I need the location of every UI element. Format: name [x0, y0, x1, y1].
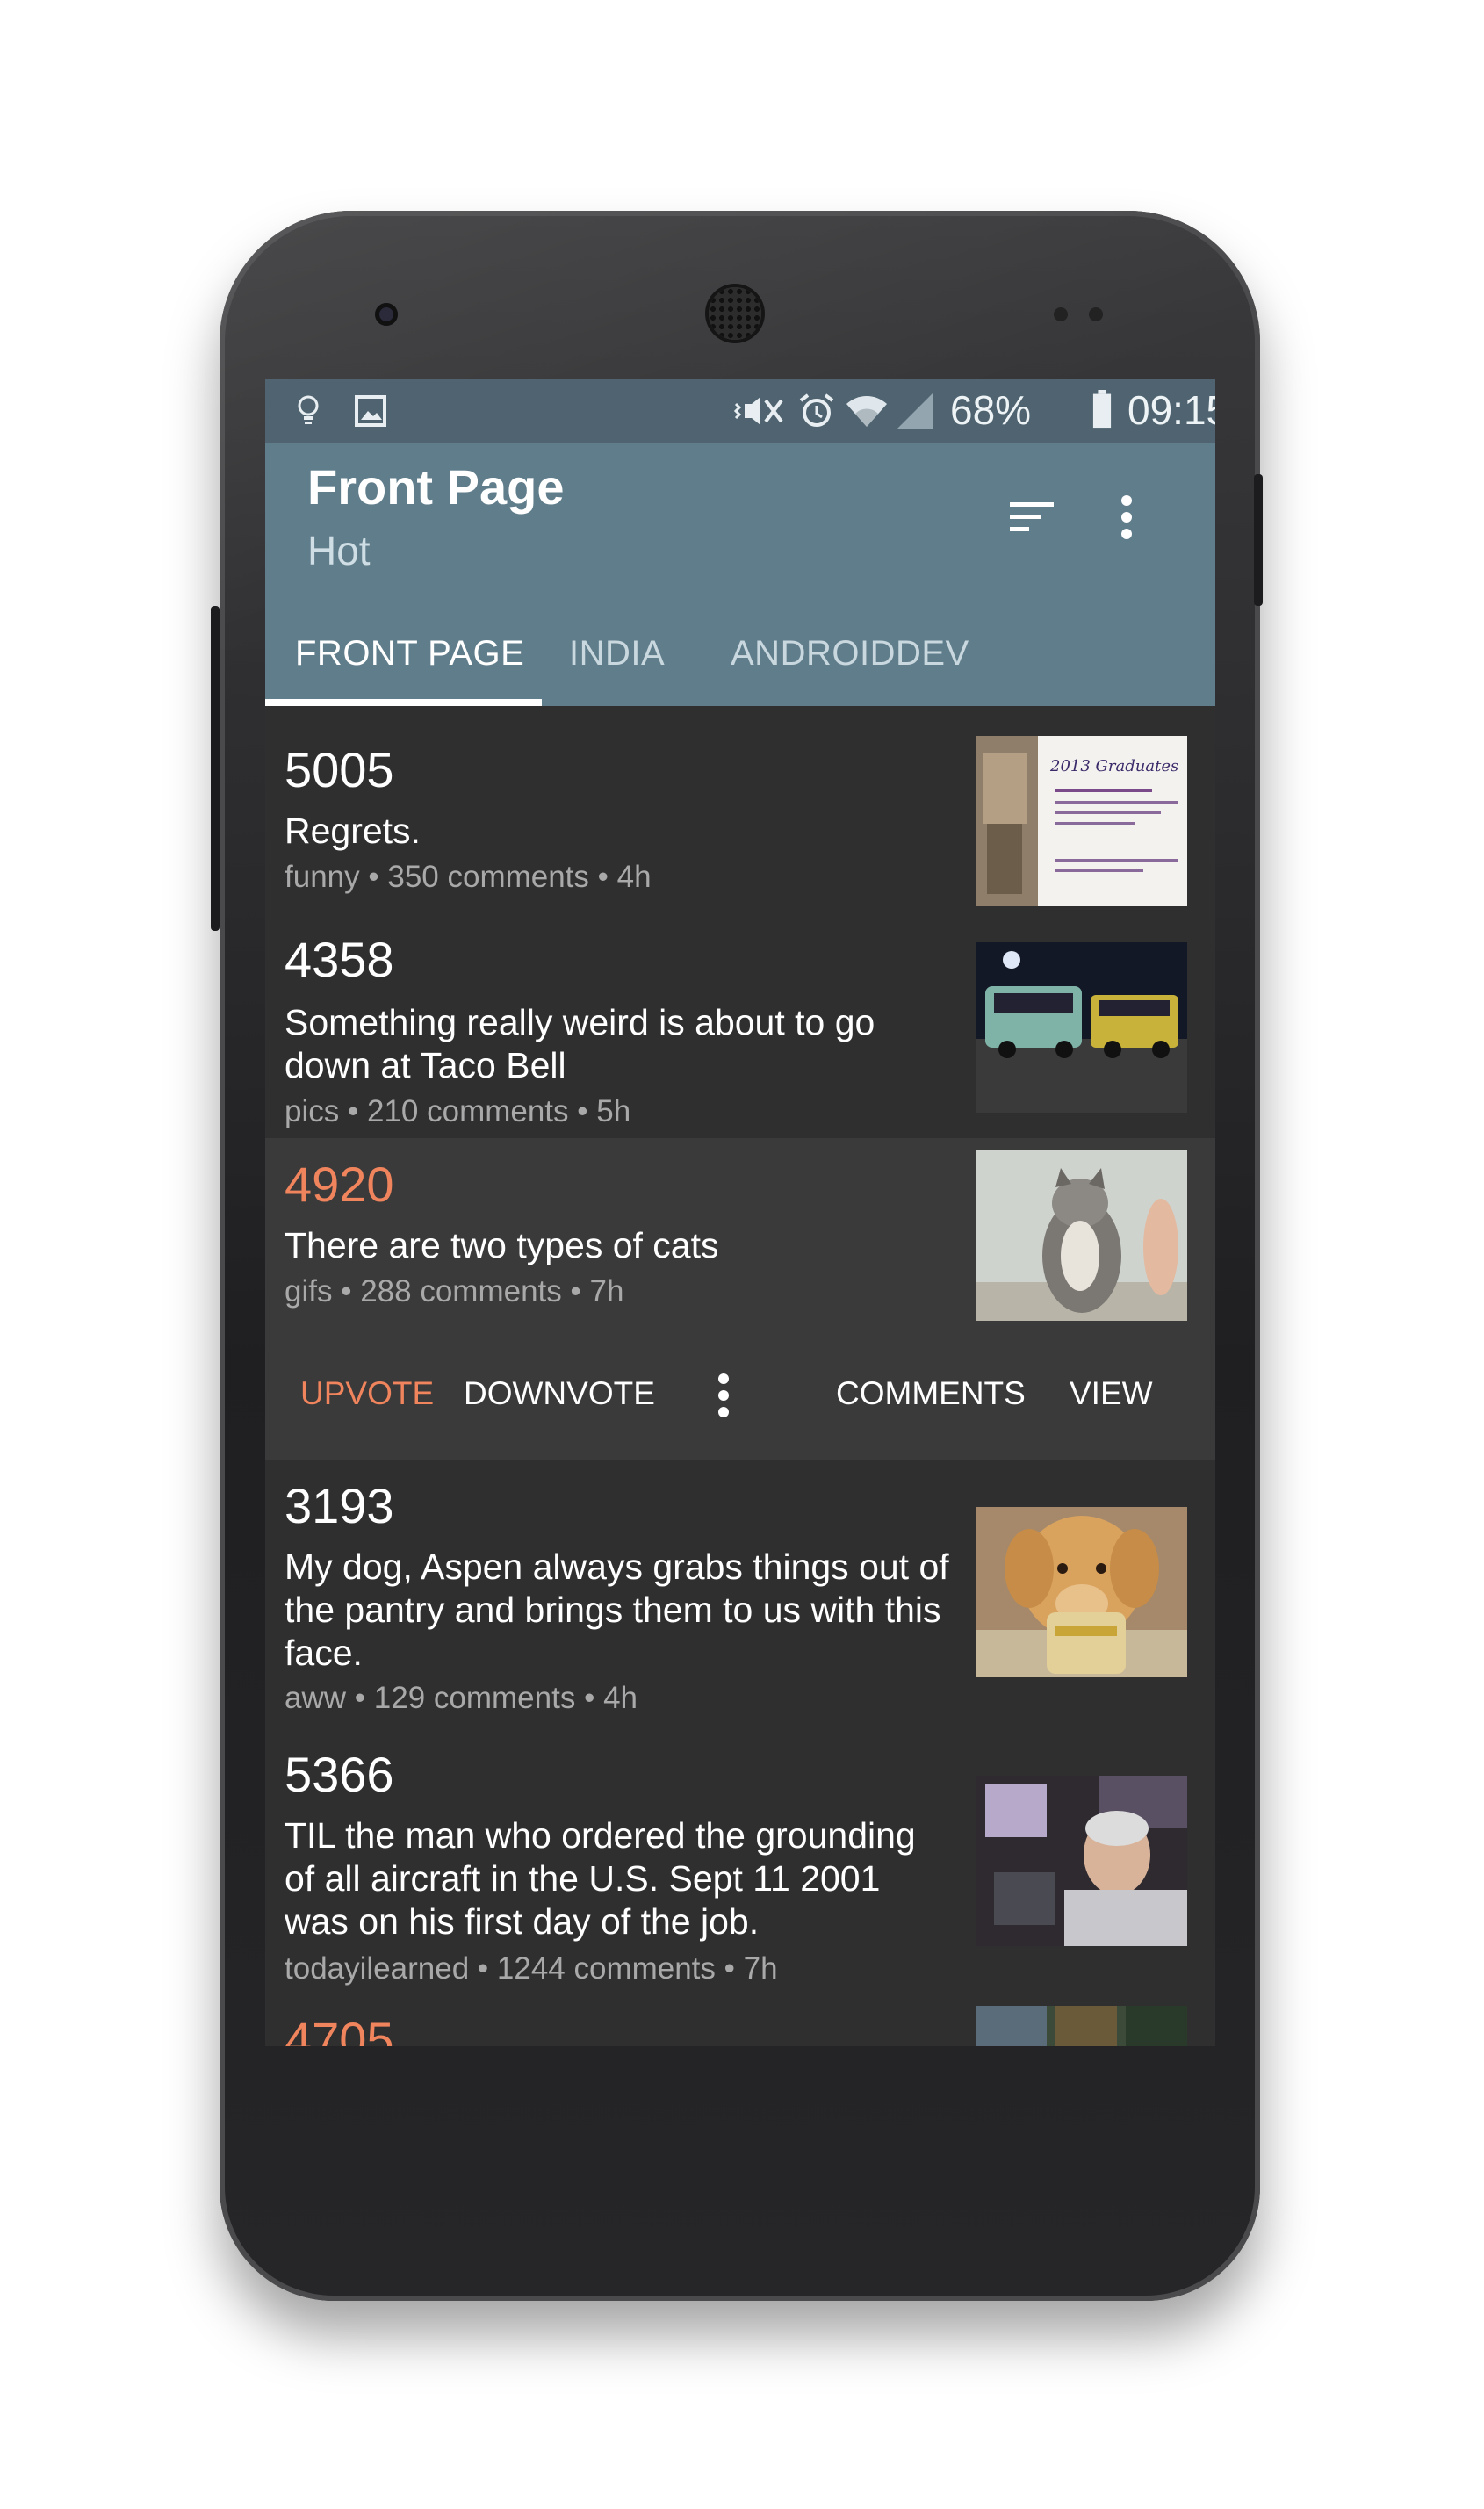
meta-separator: •: [368, 860, 379, 894]
post-score: 5005: [285, 742, 394, 797]
post-meta: gifs • 288 comments • 7h: [285, 1274, 623, 1309]
downvote-button[interactable]: DOWNVOTE: [464, 1375, 655, 1412]
post-age: 5h: [596, 1094, 631, 1128]
post-comments[interactable]: 1244 comments: [497, 1951, 716, 1986]
post-title: My dog, Aspen always grabs things out of…: [285, 1546, 949, 1673]
view-button[interactable]: VIEW: [1070, 1375, 1153, 1412]
post-meta: aww • 129 comments • 4h: [285, 1681, 638, 1716]
post-comments[interactable]: 288 comments: [360, 1274, 562, 1309]
proximity-sensor: [1054, 307, 1068, 321]
post-age: 7h: [743, 1951, 778, 1986]
sort-subtitle: Hot: [307, 528, 371, 573]
post-comments[interactable]: 210 comments: [367, 1094, 569, 1128]
more-vert-icon[interactable]: [706, 1365, 741, 1426]
page-title: Front Page: [307, 459, 565, 515]
meta-separator: •: [584, 1681, 595, 1715]
image-icon: [355, 395, 386, 427]
more-vert-icon[interactable]: [1096, 487, 1157, 548]
post-item-partial[interactable]: 4705: [265, 1999, 1215, 2046]
cat-high-five-thumb[interactable]: [976, 1150, 1187, 1321]
post-subreddit[interactable]: funny: [285, 860, 360, 894]
post-comments[interactable]: 129 comments: [374, 1681, 576, 1715]
screen: 68% 09:15 Front Page Hot FRONT PAGE INDI…: [265, 379, 1215, 2046]
golden-retriever-thumb[interactable]: [976, 1507, 1187, 1677]
clock: 09:15: [1127, 387, 1215, 433]
post-item[interactable]: 5005 Regrets. funny • 350 comments • 4h …: [265, 706, 1215, 910]
post-age: 4h: [603, 1681, 638, 1715]
post-meta: todayilearned • 1244 comments • 7h: [285, 1951, 778, 1986]
post-age: 4h: [616, 860, 652, 894]
post-subreddit[interactable]: pics: [285, 1094, 339, 1128]
post-item-expanded[interactable]: 4920 There are two types of cats gifs • …: [265, 1138, 1215, 1460]
post-title: There are two types of cats: [285, 1225, 719, 1265]
post-item[interactable]: 3193 My dog, Aspen always grabs things o…: [265, 1460, 1215, 1727]
meta-separator: •: [354, 1681, 366, 1715]
battery-percent: 68%: [950, 387, 1032, 433]
post-comments[interactable]: 350 comments: [387, 860, 589, 894]
post-subreddit[interactable]: gifs: [285, 1274, 332, 1309]
svg-text:2013 Graduates: 2013 Graduates: [1049, 757, 1178, 775]
tab-india[interactable]: INDIA: [569, 634, 665, 674]
post-meta: funny • 350 comments • 4h: [285, 860, 652, 895]
meta-separator: •: [570, 1274, 581, 1309]
front-camera: [375, 303, 398, 326]
post-age: 7h: [589, 1274, 624, 1309]
lightbulb-icon: [298, 395, 319, 424]
post-title: Regrets.: [285, 811, 421, 851]
post-item[interactable]: 4358 Something really weird is about to …: [265, 910, 1215, 1138]
post-score: 3193: [285, 1478, 394, 1533]
post-subreddit[interactable]: aww: [285, 1681, 346, 1715]
meta-separator: •: [724, 1951, 735, 1986]
earpiece-speaker: [709, 287, 761, 340]
upvote-button[interactable]: UPVOTE: [300, 1375, 434, 1412]
post-item[interactable]: 5366 TIL the man who ordered the groundi…: [265, 1727, 1215, 1999]
meta-separator: •: [477, 1951, 489, 1986]
wifi-icon: [846, 396, 887, 427]
graduation-yearbook-thumb[interactable]: 2013 Graduates: [976, 736, 1187, 906]
sort-icon[interactable]: [1001, 487, 1063, 548]
power-button: [1254, 474, 1263, 606]
comments-button[interactable]: COMMENTS: [836, 1375, 1026, 1412]
post-meta: pics • 210 comments • 5h: [285, 1094, 630, 1129]
meta-separator: •: [597, 860, 609, 894]
mystery-van-thumb[interactable]: [976, 942, 1187, 1113]
meta-separator: •: [577, 1094, 588, 1128]
app-bar: Front Page Hot FRONT PAGE INDIA ANDROIDD…: [265, 443, 1215, 706]
tab-bar: FRONT PAGE INDIA ANDROIDDEV: [265, 618, 1215, 706]
light-sensor: [1089, 307, 1103, 321]
meta-separator: •: [347, 1094, 359, 1128]
signal-icon: [897, 393, 933, 429]
partial-thumb[interactable]: [976, 2006, 1187, 2046]
meta-separator: •: [341, 1274, 352, 1309]
alarm-icon: [799, 393, 834, 427]
post-score: 4705: [285, 2012, 394, 2046]
post-title: Something really weird is about to go do…: [285, 1002, 875, 1085]
tab-androiddev[interactable]: ANDROIDDEV: [731, 634, 969, 674]
status-bar: 68% 09:15: [265, 379, 1215, 443]
tab-front-page[interactable]: FRONT PAGE: [295, 634, 524, 674]
post-score: 4358: [285, 932, 394, 987]
post-subreddit[interactable]: todayilearned: [285, 1951, 469, 1986]
vibrate-icon: [733, 397, 783, 425]
battery-icon: [1092, 390, 1112, 429]
man-at-desk-thumb[interactable]: [976, 1776, 1187, 1946]
tab-indicator: [265, 699, 542, 706]
post-score: 4920: [285, 1157, 394, 1212]
volume-button: [211, 606, 220, 931]
post-score: 5366: [285, 1747, 394, 1802]
post-title: TIL the man who ordered the grounding of…: [285, 1815, 916, 1942]
